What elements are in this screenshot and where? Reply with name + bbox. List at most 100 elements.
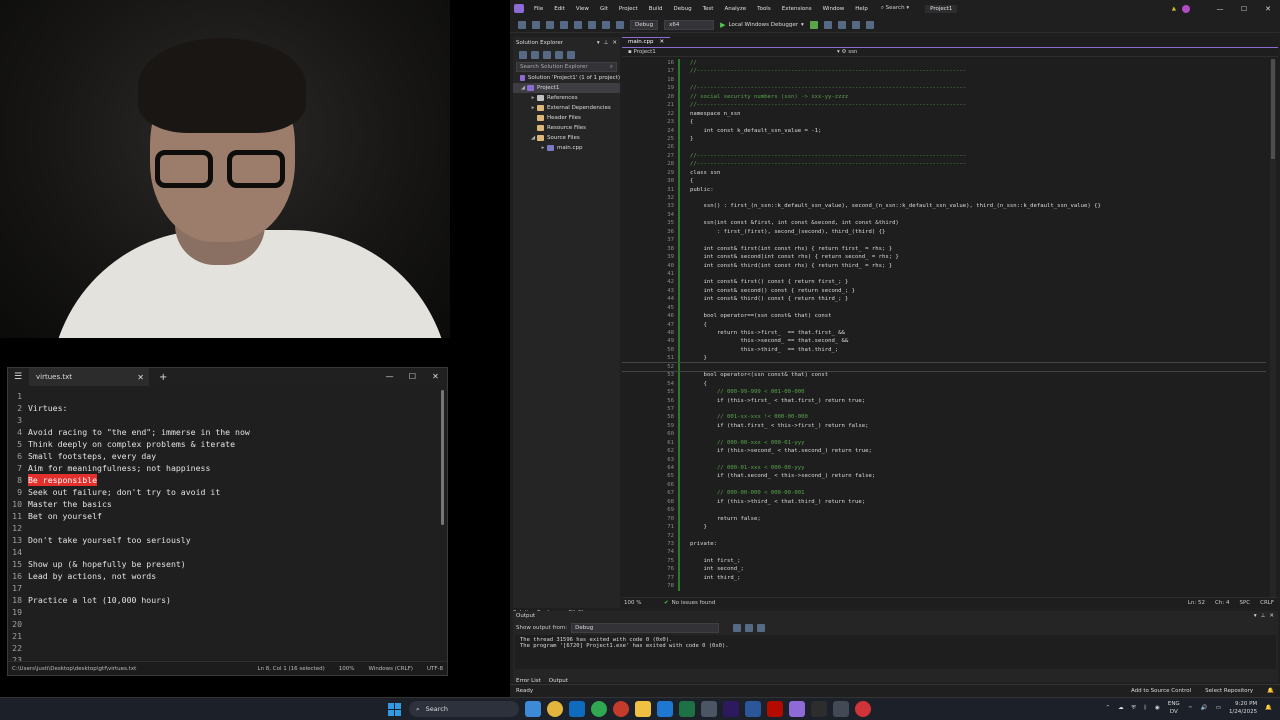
avatar[interactable] <box>1182 4 1190 13</box>
collapse-icon[interactable] <box>555 51 563 59</box>
class-scope-dropdown[interactable]: ▾ ⚙ ssn <box>837 49 857 55</box>
text-line[interactable]: 3 <box>8 414 447 426</box>
notepad-icon[interactable] <box>701 701 717 717</box>
bluetooth-icon[interactable]: ᛒ <box>1144 705 1147 711</box>
zoom-level[interactable]: 100% <box>339 666 355 672</box>
line-ending[interactable]: CRLF <box>1260 600 1274 606</box>
code-line[interactable]: 47 { <box>622 320 1266 329</box>
code-line[interactable]: 52 <box>622 361 1266 373</box>
maximize-icon[interactable]: ☐ <box>401 368 424 386</box>
fold-gutter[interactable] <box>683 472 690 480</box>
code-line[interactable]: 44 int const& third() const { return thi… <box>622 295 1266 304</box>
close-tab-icon[interactable]: ✕ <box>137 373 144 382</box>
code-line[interactable]: 43 int const& second() const { return se… <box>622 286 1266 296</box>
line-ending[interactable]: Windows (CRLF) <box>368 666 412 672</box>
tree-item[interactable]: ◢ Project1 <box>513 83 620 93</box>
fold-gutter[interactable] <box>683 169 690 177</box>
add-source-control-button[interactable]: Add to Source Control <box>1131 688 1191 694</box>
code-line[interactable]: 27 //------------------------------------… <box>622 151 1266 161</box>
text-line[interactable]: 10 Master the basics <box>8 498 447 510</box>
file-explorer-icon[interactable] <box>635 701 651 717</box>
save-all-icon[interactable] <box>588 20 596 29</box>
fold-gutter[interactable] <box>683 270 690 278</box>
code-line[interactable]: 63 <box>622 455 1266 464</box>
fold-gutter[interactable] <box>683 439 690 447</box>
fold-gutter[interactable] <box>683 464 690 472</box>
text-line[interactable]: 14 <box>8 546 447 558</box>
zoom-level[interactable]: 100 % <box>624 600 664 606</box>
fold-gutter[interactable] <box>683 278 690 286</box>
code-line[interactable]: 36 : first_(first), second_(second), thi… <box>622 227 1266 237</box>
code-line[interactable]: 24 int const k_default_ssn_value = -1; <box>622 126 1266 135</box>
dropdown-icon[interactable]: ▾ <box>597 40 600 46</box>
code-line[interactable]: 56 if (this->first_ < that.first_) retur… <box>622 396 1266 405</box>
fold-gutter[interactable] <box>683 219 690 227</box>
fold-gutter[interactable] <box>683 346 690 354</box>
code-text-area[interactable]: 16 // 17 //--------------------------------… <box>622 59 1266 597</box>
fold-gutter[interactable] <box>683 321 690 329</box>
code-line[interactable]: 40 int const& third(int const rhs) { ret… <box>622 261 1266 270</box>
fold-gutter[interactable] <box>683 489 690 497</box>
clear-icon[interactable] <box>733 624 742 632</box>
clock[interactable]: 9:20 PM 1/24/2025 <box>1229 700 1257 716</box>
code-line[interactable]: 19 //------------------------------------… <box>622 84 1266 93</box>
tool-icon[interactable] <box>837 20 846 29</box>
fold-gutter[interactable] <box>683 523 690 531</box>
fold-gutter[interactable] <box>683 59 690 67</box>
text-line[interactable]: 12 <box>8 522 447 534</box>
fold-gutter[interactable] <box>683 329 690 337</box>
code-line[interactable]: 25} <box>622 134 1266 144</box>
expand-arrow-icon[interactable]: ◢ <box>529 133 537 143</box>
close-icon[interactable]: ✕ <box>612 40 617 46</box>
code-line[interactable]: 30 { <box>622 177 1266 186</box>
menu-item-file[interactable]: File <box>534 6 543 12</box>
fold-gutter[interactable] <box>683 245 690 253</box>
code-line[interactable]: 65 if (that.second_ < this->second_) ret… <box>622 472 1266 481</box>
code-line[interactable]: 49 this->second_ == that.second_ && <box>622 337 1266 346</box>
minimize-icon[interactable]: — <box>1208 5 1232 13</box>
text-line[interactable]: 22 <box>8 642 447 654</box>
fold-gutter[interactable] <box>683 557 690 565</box>
recorder-icon[interactable] <box>855 701 871 717</box>
text-line[interactable]: 7 Aim for meaningfulness; not happiness <box>8 462 447 474</box>
tree-item[interactable]: Solution 'Project1' (1 of 1 project) <box>513 73 620 83</box>
app-tray-icon[interactable]: ◉ <box>1155 705 1160 711</box>
save-icon[interactable] <box>574 20 582 29</box>
output-text[interactable]: The thread 31596 has exited with code 0 … <box>515 635 1276 669</box>
text-line[interactable]: 5 Think deeply on complex problems & iter… <box>8 438 447 450</box>
tab-main-cpp[interactable]: main.cpp ✕ <box>622 37 671 47</box>
refresh-icon[interactable] <box>543 51 551 59</box>
text-line[interactable]: 9 Seek out failure; don't try to avoid it <box>8 486 447 498</box>
outlook-mail-icon[interactable] <box>657 701 673 717</box>
fold-gutter[interactable] <box>683 143 690 151</box>
notepad-text-area[interactable]: 1 2 Virtues: 3 4 Avoid racing to "the end"; i… <box>8 390 447 665</box>
menu-item-git[interactable]: Git <box>600 6 608 12</box>
menu-item-window[interactable]: Window <box>823 6 845 12</box>
fold-gutter[interactable] <box>683 76 690 84</box>
code-line[interactable]: 50 this->third_ == that.third_; <box>622 345 1266 355</box>
code-line[interactable]: 61 // 000-00-xxx < 000-01-yyy <box>622 438 1266 448</box>
close-icon[interactable]: ✕ <box>424 368 447 386</box>
language-indicator[interactable]: ENG DV <box>1168 700 1180 716</box>
word-wrap-icon[interactable] <box>745 624 754 632</box>
fold-gutter[interactable] <box>683 236 690 244</box>
fold-gutter[interactable] <box>683 430 690 438</box>
fold-gutter[interactable] <box>683 93 690 101</box>
code-line[interactable]: 28 //------------------------------------… <box>622 160 1266 169</box>
chrome-icon[interactable] <box>547 701 563 717</box>
code-line[interactable]: 76 int second_; <box>622 565 1266 574</box>
fold-gutter[interactable] <box>683 574 690 582</box>
copilot-icon[interactable] <box>525 701 541 717</box>
search-button[interactable]: ⌕ Search ▾ <box>881 5 909 12</box>
code-line[interactable]: 69 <box>622 506 1266 515</box>
code-line[interactable]: 74 <box>622 548 1266 557</box>
notepad-scrollbar[interactable] <box>441 390 444 525</box>
fold-gutter[interactable] <box>683 186 690 194</box>
text-line[interactable]: 13 Don't take yourself too seriously <box>8 534 447 546</box>
code-line[interactable]: 75 int first_; <box>622 556 1266 566</box>
code-line[interactable]: 22 namespace n_ssn <box>622 109 1266 119</box>
tree-item[interactable]: Header Files <box>513 113 620 123</box>
code-line[interactable]: 54 { <box>622 379 1266 389</box>
code-line[interactable]: 72 <box>622 531 1266 540</box>
code-line[interactable]: 51 } <box>622 354 1266 363</box>
